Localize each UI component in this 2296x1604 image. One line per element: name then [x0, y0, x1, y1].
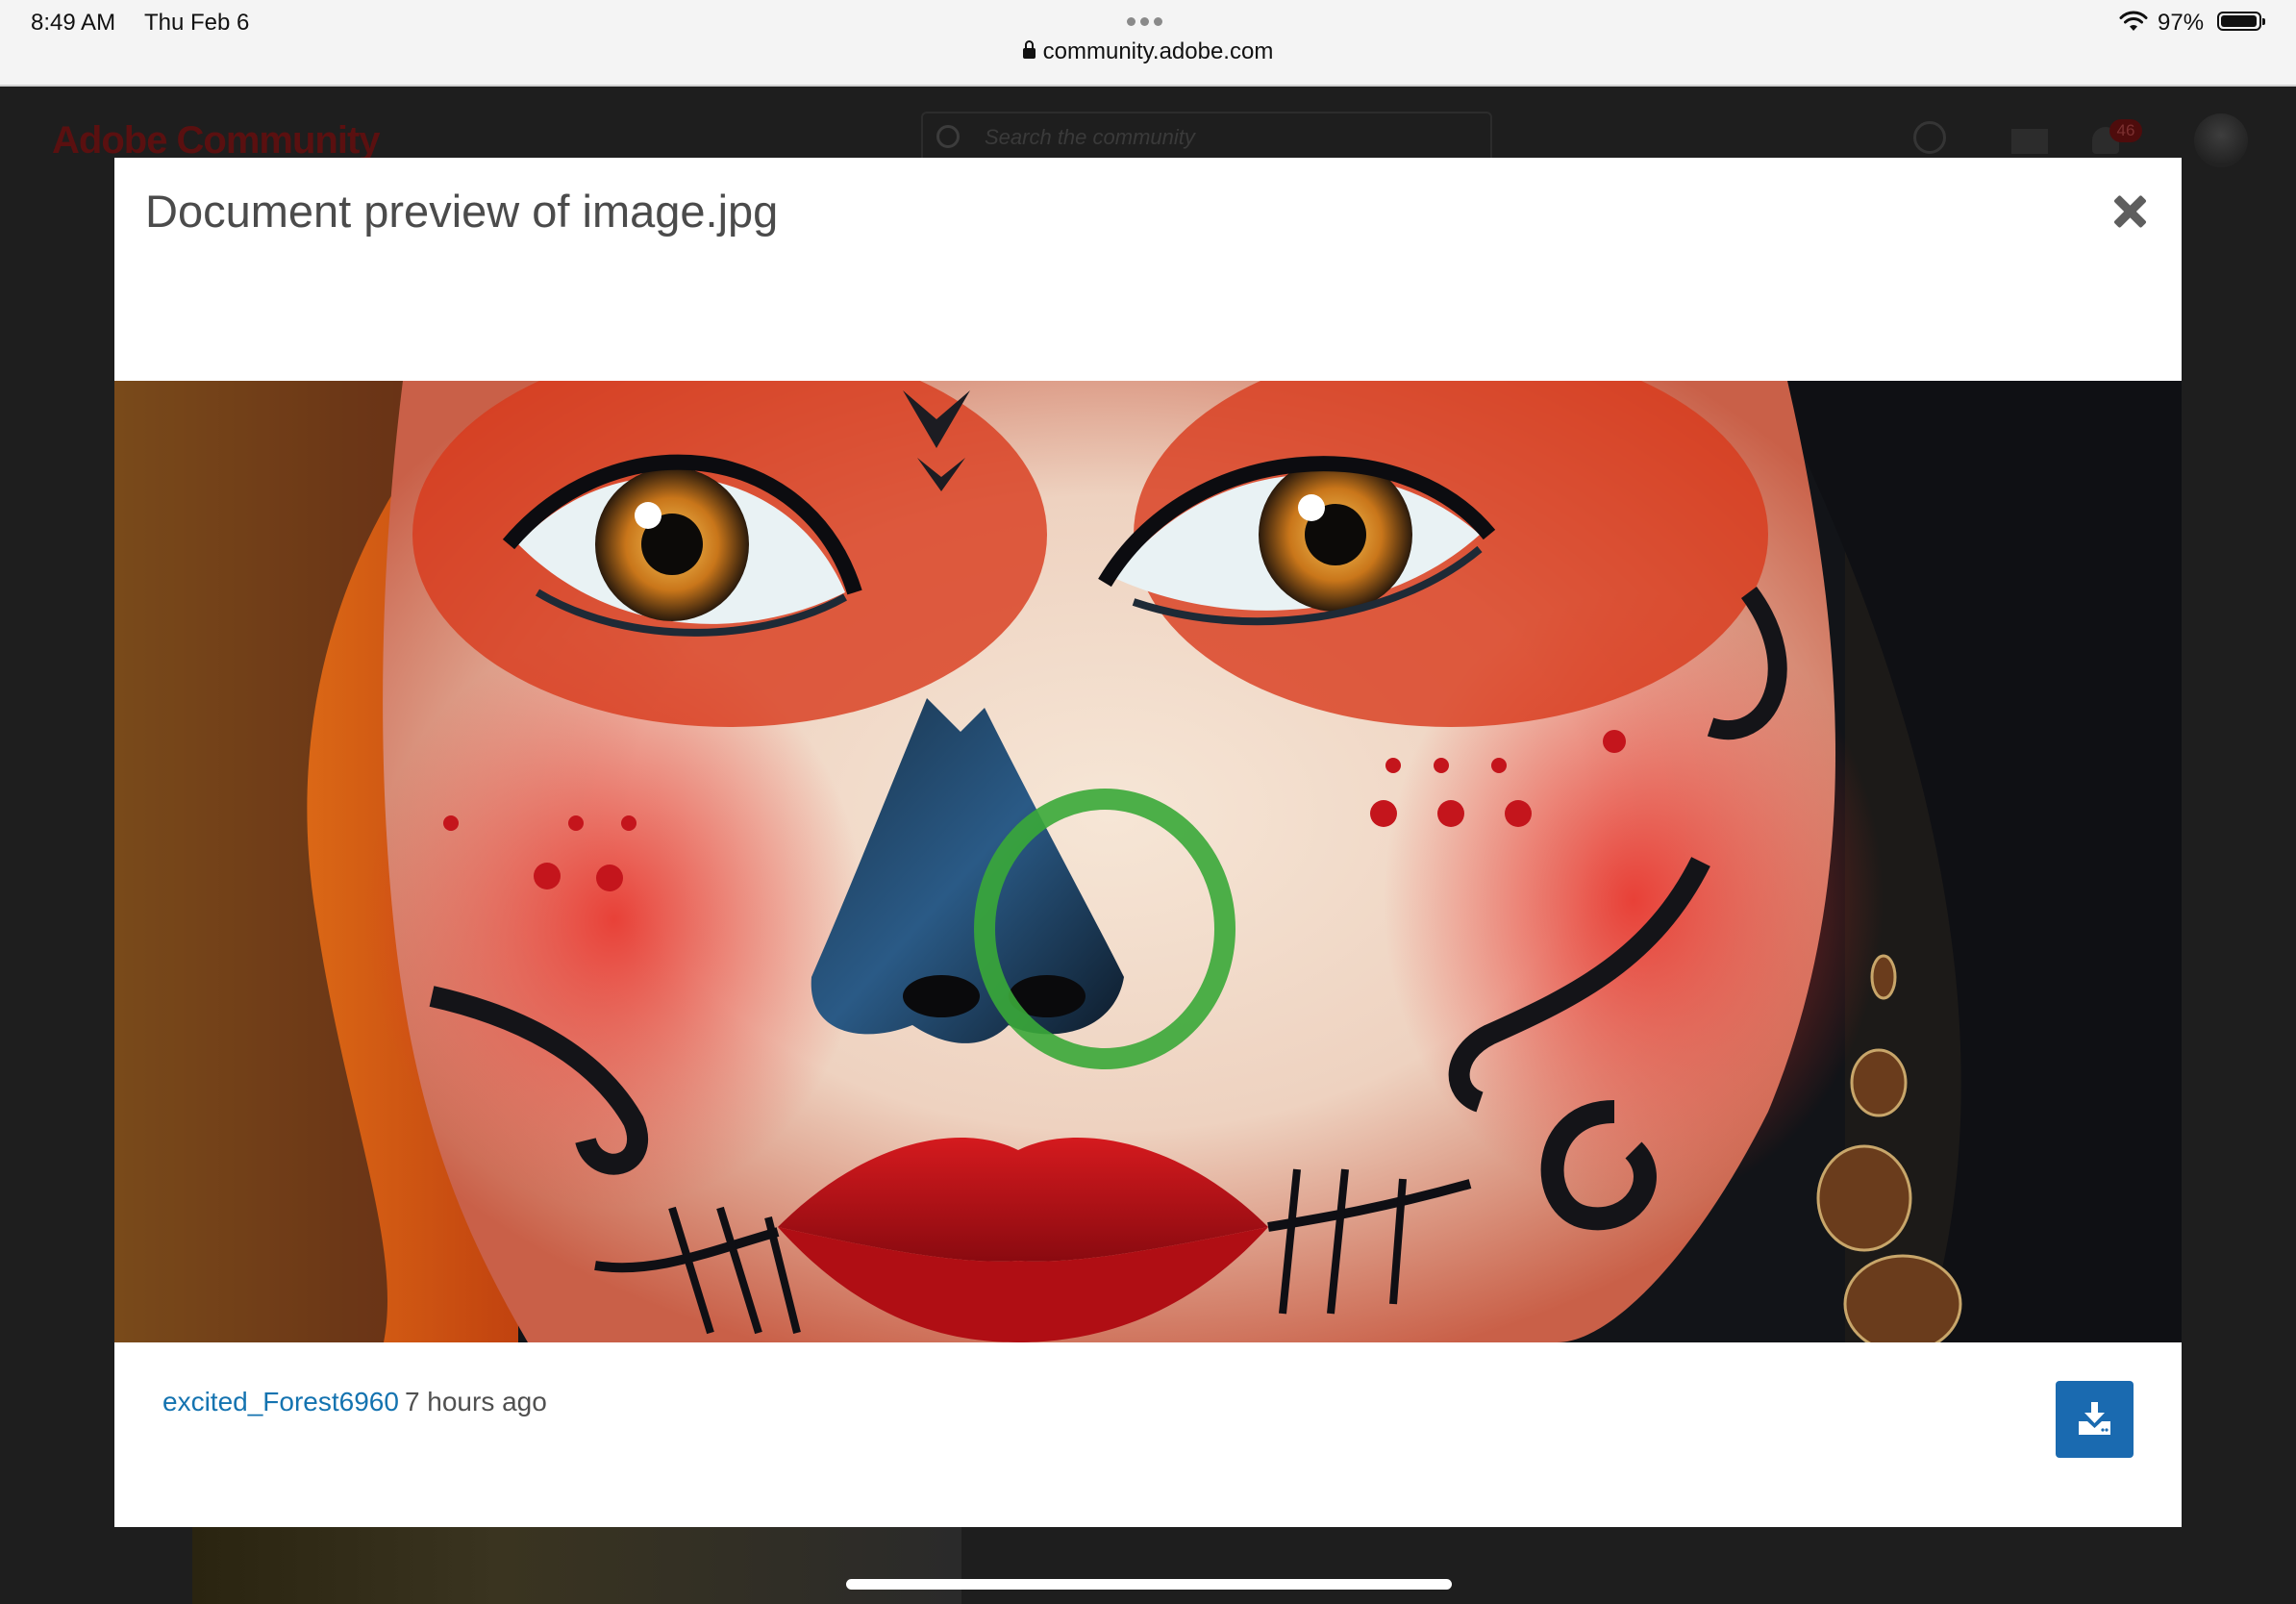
site-header: Adobe Community Search the community 46: [0, 87, 2296, 169]
status-time: 8:49 AM: [31, 10, 116, 36]
status-bar: 8:49 AM Thu Feb 6 community.adobe.com 97…: [0, 0, 2296, 87]
modal-title: Document preview of image.jpg: [145, 186, 779, 237]
address-bar[interactable]: community.adobe.com: [0, 38, 2296, 65]
search-icon: [936, 125, 960, 148]
image-preview: [114, 381, 2182, 1342]
background-thumbnail: [192, 1527, 961, 1604]
status-date: Thu Feb 6: [144, 10, 250, 36]
globe-icon[interactable]: [1913, 121, 1946, 154]
document-preview-modal: Document preview of image.jpg excited_Fo…: [114, 158, 2182, 1527]
lock-icon: [1022, 40, 1036, 59]
mail-icon[interactable]: [2011, 129, 2048, 154]
more-dots-icon[interactable]: [1127, 13, 1169, 26]
address-url: community.adobe.com: [1042, 38, 1274, 64]
wifi-icon: [2119, 11, 2148, 31]
post-time: 7 hours ago: [404, 1387, 547, 1416]
site-logo: Adobe Community: [52, 119, 381, 162]
battery-fill: [2221, 15, 2257, 27]
download-icon: [2079, 1402, 2110, 1435]
download-button[interactable]: [2056, 1381, 2134, 1458]
post-meta: excited_Forest6960 7 hours ago: [162, 1387, 547, 1417]
search-input[interactable]: Search the community: [985, 125, 1195, 150]
battery-icon: [2217, 12, 2265, 31]
home-indicator[interactable]: [846, 1579, 1452, 1590]
battery-percent: 97%: [2158, 10, 2205, 36]
author-link[interactable]: excited_Forest6960: [162, 1387, 399, 1416]
close-icon[interactable]: [2110, 192, 2149, 231]
preview-illustration: [114, 381, 2182, 1342]
avatar[interactable]: [2194, 113, 2248, 167]
notification-badge: 46: [2109, 119, 2142, 142]
